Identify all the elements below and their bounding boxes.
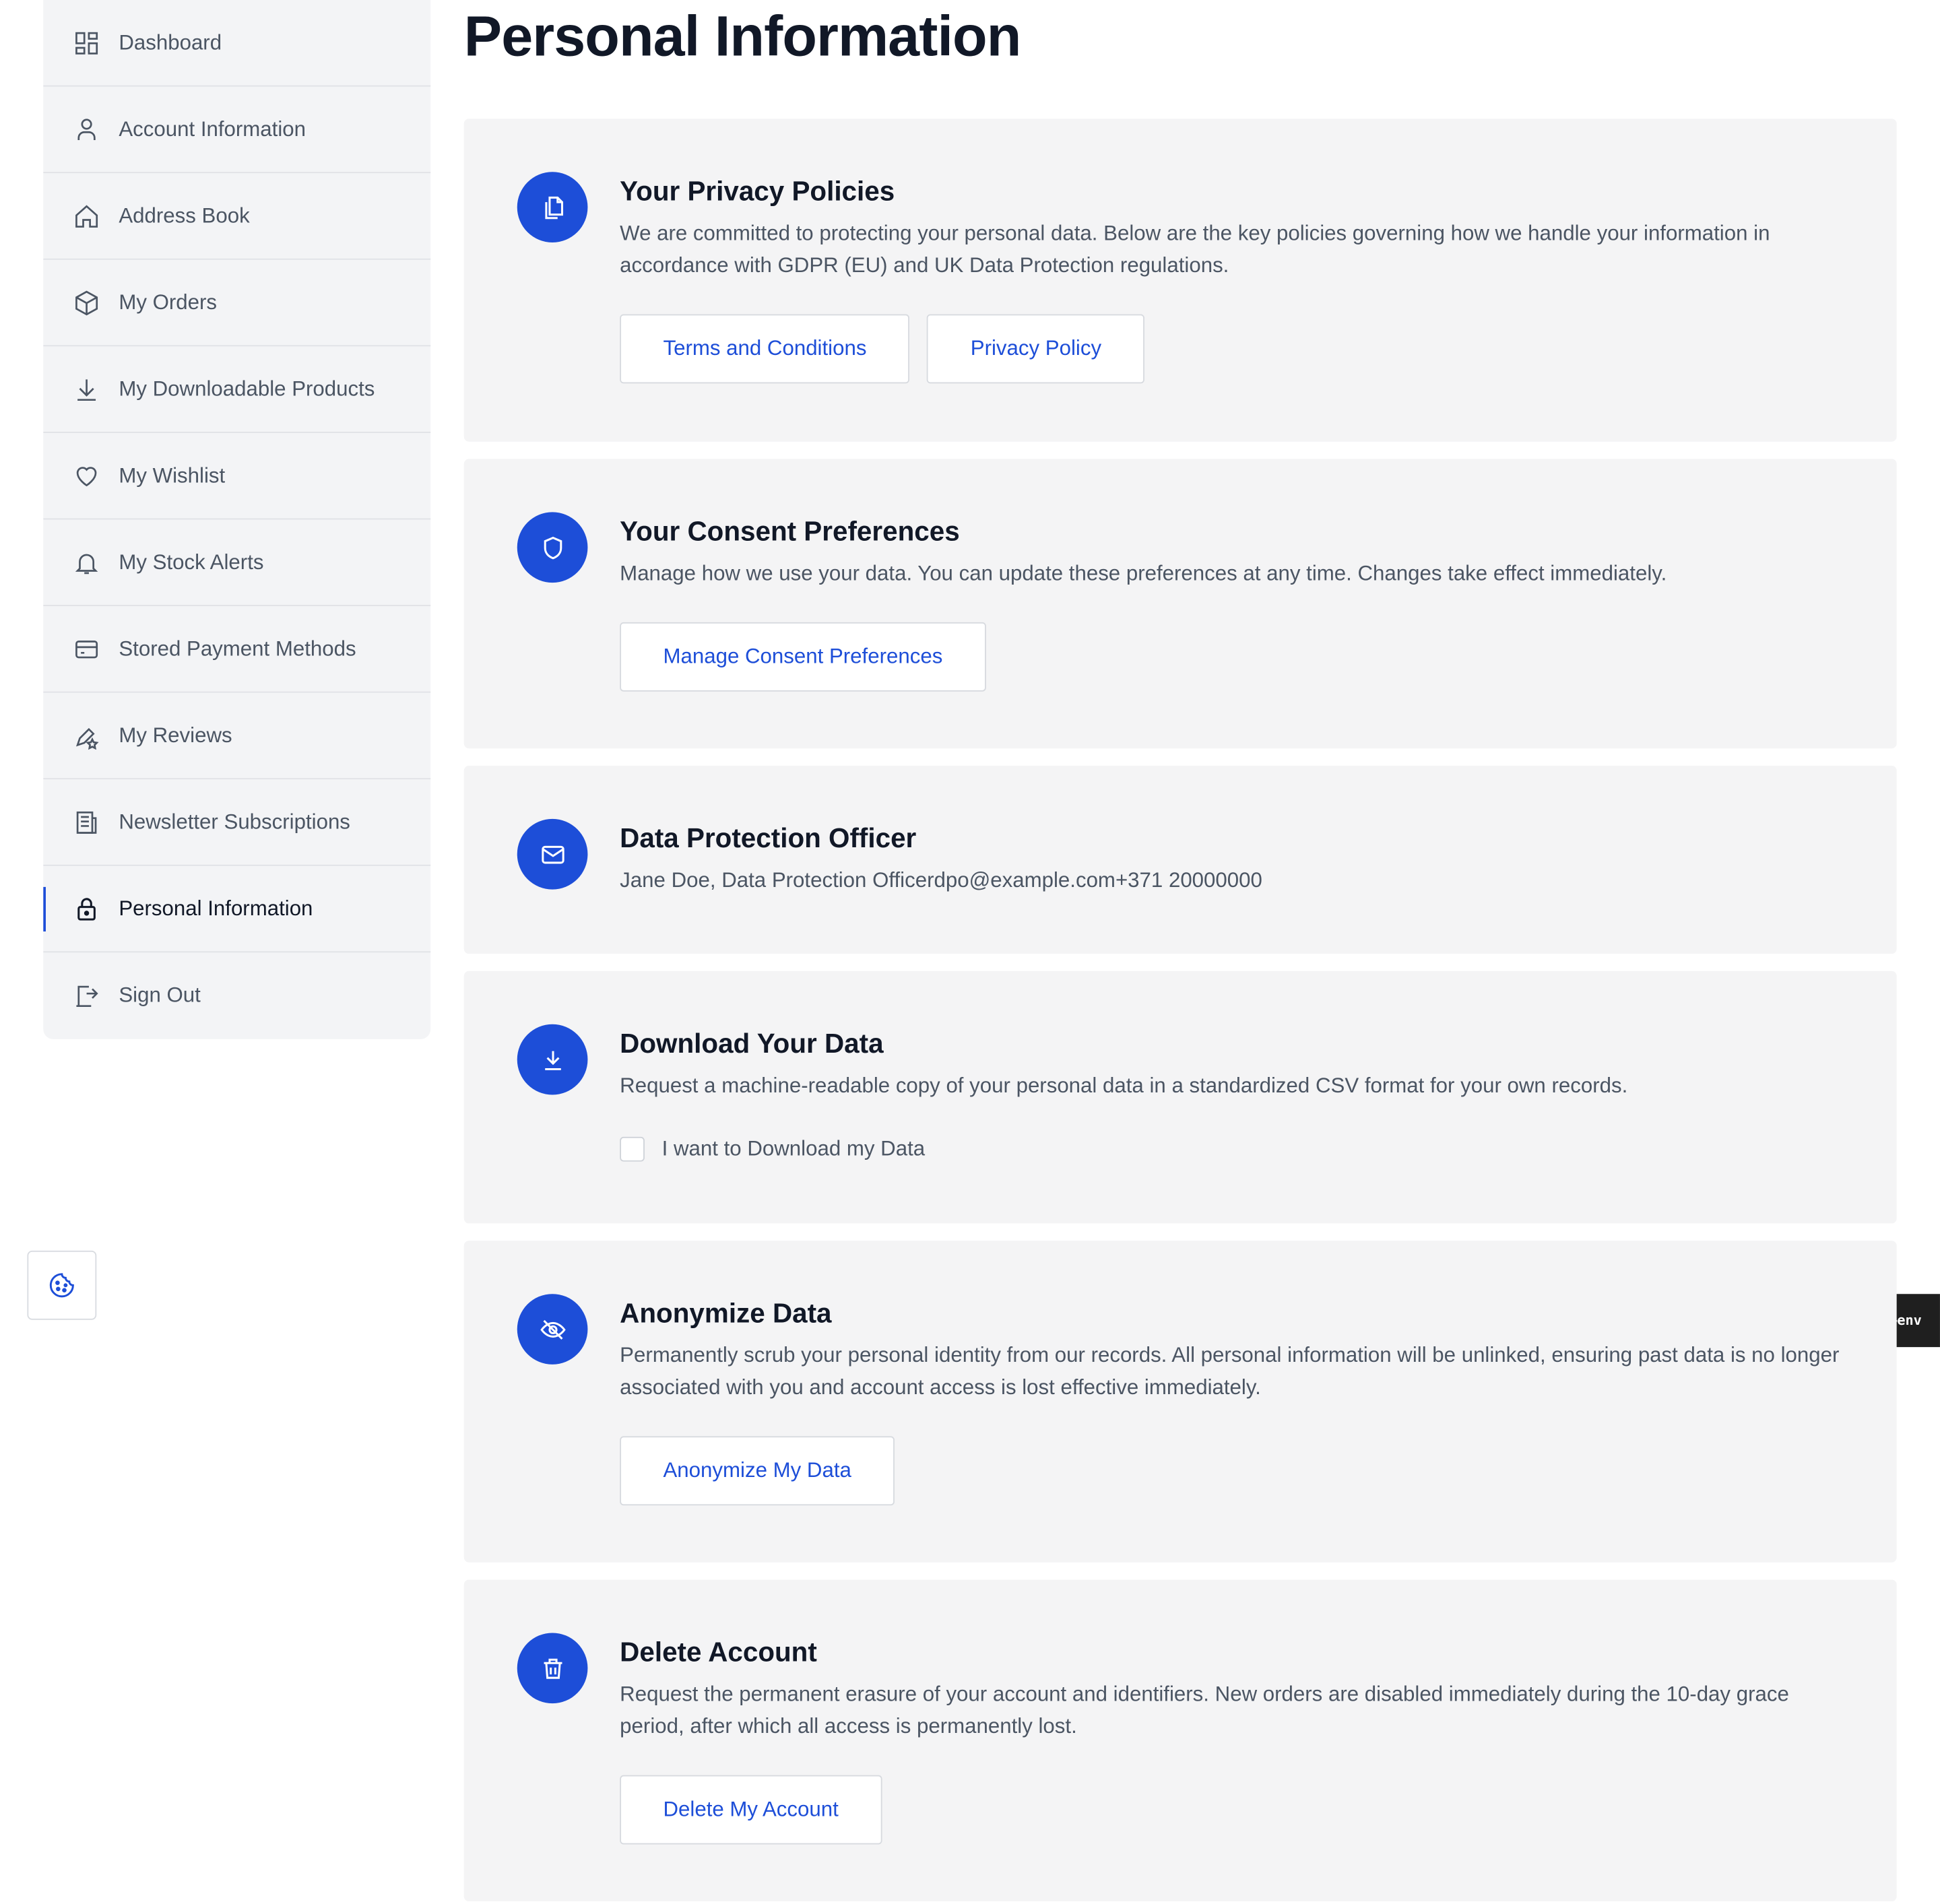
sidebar-item-label: Address Book [119,203,250,228]
sidebar-item-label: My Wishlist [119,463,226,487]
section-description: Request the permanent erasure of your ac… [620,1682,1789,1738]
sidebar-item-label: My Downloadable Products [119,376,375,401]
sidebar-item-label: Sign Out [119,983,201,1008]
page-title: Personal Information [463,3,1022,69]
bell-icon [73,549,100,576]
sidebar-item-stored-payment-methods[interactable]: Stored Payment Methods [43,606,431,693]
manage-consent-preferences-button[interactable]: Manage Consent Preferences [620,622,986,692]
download-data-checkbox[interactable] [620,1136,645,1162]
download-data-checkbox-row[interactable]: I want to Download my Data [620,1136,1847,1162]
credit-card-icon [73,635,100,662]
sidebar-item-my-stock-alerts[interactable]: My Stock Alerts [43,519,431,606]
sidebar-item-my-downloadable-products[interactable]: My Downloadable Products [43,346,431,433]
mail-icon [517,818,588,890]
home-icon [73,202,100,229]
section-title: Your Consent Preferences [620,515,960,547]
cookie-settings-button[interactable] [27,1250,97,1320]
sidebar-item-my-reviews[interactable]: My Reviews [43,693,431,780]
section-description: Permanently scrub your personal identity… [620,1343,1840,1400]
consent-preferences-card: Your Consent Preferences Manage how we u… [463,459,1897,749]
documents-icon [517,172,588,242]
sidebar-item-label: Dashboard [119,30,222,54]
sign-out-icon [73,982,100,1009]
data-protection-officer-card: Data Protection Officer Jane Doe, Data P… [463,765,1897,954]
sidebar-item-label: Stored Payment Methods [119,636,356,660]
checkbox-label: I want to Download my Data [661,1136,926,1160]
section-title: Download Your Data [620,1028,884,1059]
account-sidebar: Dashboard Account Information Address Bo… [43,0,431,1039]
sidebar-item-account-information[interactable]: Account Information [43,87,431,174]
terms-and-conditions-button[interactable]: Terms and Conditions [620,314,910,384]
download-icon [73,375,100,402]
section-title: Your Privacy Policies [620,175,895,207]
delete-account-card: Delete Account Request the permanent era… [463,1579,1897,1902]
sidebar-item-label: Personal Information [119,896,313,920]
newsletter-icon [73,808,100,835]
privacy-policy-button[interactable]: Privacy Policy [927,314,1145,384]
shield-icon [517,512,588,583]
box-icon [73,289,100,316]
heart-icon [73,462,100,489]
section-title: Data Protection Officer [620,822,917,854]
review-star-icon [73,722,100,750]
download-icon [517,1024,588,1095]
sidebar-item-label: My Reviews [119,723,232,747]
sidebar-item-label: My Stock Alerts [119,550,264,574]
sidebar-item-dashboard[interactable]: Dashboard [43,0,431,87]
lock-icon [73,895,100,922]
section-title: Anonymize Data [620,1297,832,1329]
eye-off-icon [517,1294,588,1365]
user-icon [73,116,100,143]
privacy-policies-card: Your Privacy Policies We are committed t… [463,119,1897,442]
sidebar-item-label: Newsletter Subscriptions [119,810,350,834]
sidebar-item-my-wishlist[interactable]: My Wishlist [43,433,431,520]
anonymize-data-card: Anonymize Data Permanently scrub your pe… [463,1241,1897,1563]
sidebar-item-my-orders[interactable]: My Orders [43,260,431,347]
section-title: Delete Account [620,1636,817,1668]
delete-my-account-button[interactable]: Delete My Account [620,1775,882,1845]
section-description: Request a machine-readable copy of your … [620,1074,1628,1098]
section-description: We are committed to protecting your pers… [620,221,1770,277]
download-data-card: Download Your Data Request a machine-rea… [463,971,1897,1224]
dpo-contact: Jane Doe, Data Protection Officerdpo@exa… [620,868,1262,892]
sidebar-item-label: My Orders [119,290,218,314]
dashboard-icon [73,29,100,56]
trash-icon [517,1633,588,1704]
sidebar-item-newsletter-subscriptions[interactable]: Newsletter Subscriptions [43,779,431,866]
cookie-icon [47,1270,77,1300]
sidebar-item-label: Account Information [119,117,306,141]
sidebar-item-personal-information[interactable]: Personal Information [43,866,431,953]
section-description: Manage how we use your data. You can upd… [620,561,1667,585]
sidebar-item-sign-out[interactable]: Sign Out [43,952,430,1039]
sidebar-item-address-book[interactable]: Address Book [43,173,431,260]
anonymize-my-data-button[interactable]: Anonymize My Data [620,1436,895,1506]
